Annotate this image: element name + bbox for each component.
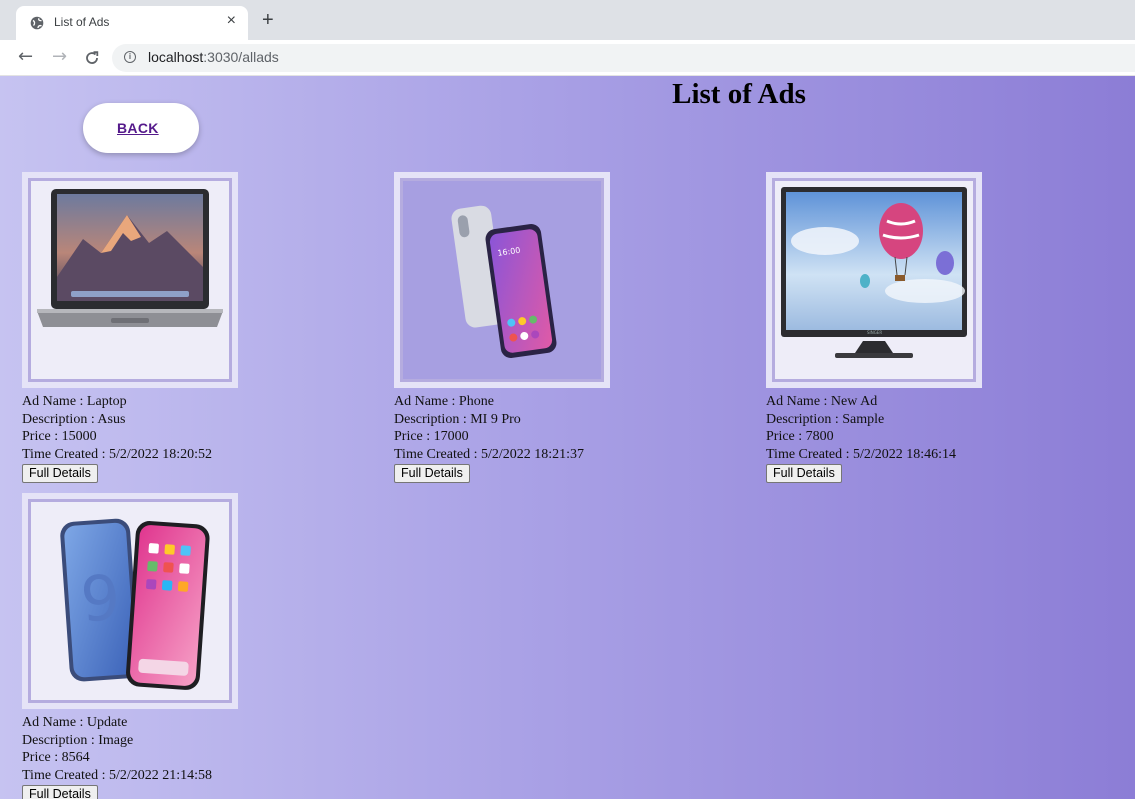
phones-image: 9 [28, 499, 232, 703]
ad-name: Ad Name : New Ad [766, 394, 878, 409]
forward-arrow-icon[interactable]: → [52, 47, 67, 67]
tab-strip: List of Ads × + [0, 0, 1135, 40]
phone-image: 16:00 [400, 178, 604, 382]
url-path: :3030/allads [203, 49, 279, 65]
svg-text:9: 9 [78, 561, 122, 637]
ad-info: Ad Name : New Ad Description : Sample Pr… [766, 393, 1096, 483]
full-details-button[interactable]: Full Details [394, 464, 470, 483]
browser-tab[interactable]: List of Ads × [16, 6, 248, 40]
ad-description: Description : Asus [22, 411, 126, 427]
ad-info: Ad Name : Laptop Description : Asus Pric… [22, 393, 352, 483]
info-icon[interactable]: i [124, 51, 136, 63]
url-host: localhost [148, 49, 204, 65]
back-button[interactable]: BACK [83, 103, 199, 153]
browser-toolbar: ← → i localhost:3030/allads [0, 40, 1135, 76]
ad-time-created: Time Created : 5/2/2022 18:21:37 [394, 446, 585, 462]
ad-description: Description : MI 9 Pro [394, 411, 521, 427]
ad-card: 9 Ad Name: Update Description: Image P… [22, 493, 352, 799]
page-viewport: List of Ads BACK Ad Name: Laptop Descri… [0, 76, 1135, 799]
ad-time-created: Time Created : 5/2/2022 18:46:14 [766, 446, 957, 462]
ad-price: Price : 17000 [394, 429, 469, 444]
full-details-button[interactable]: Full Details [766, 464, 842, 483]
ad-image-frame: 9 [22, 493, 238, 709]
tv-image: SINGER [772, 178, 976, 382]
ad-description: Description : Image [22, 732, 134, 748]
ad-card: Ad Name : Laptop Description : Asus Pric… [22, 172, 352, 483]
ad-image-frame [22, 172, 238, 388]
url-text: localhost:3030/allads [148, 49, 279, 65]
tab-title: List of Ads [54, 15, 110, 29]
phones-illustration: 9 [31, 502, 229, 700]
tv-illustration: SINGER [775, 181, 973, 379]
svg-text:SINGER: SINGER [867, 330, 882, 335]
ad-description: Description : Sample [766, 411, 885, 427]
full-details-button[interactable]: Full Details [22, 785, 98, 799]
ad-price: Price : 15000 [22, 429, 97, 444]
close-icon[interactable]: × [227, 13, 236, 29]
reload-icon[interactable] [84, 50, 100, 66]
laptop-image [28, 178, 232, 382]
address-bar[interactable]: i localhost:3030/allads [112, 44, 1135, 72]
ad-image-frame: 16:00 [394, 172, 610, 388]
phone-illustration: 16:00 [403, 181, 601, 379]
back-link[interactable]: BACK [117, 120, 159, 136]
back-arrow-icon[interactable]: ← [18, 47, 33, 67]
ad-card: SINGER Ad Name : New Ad Description : Sa… [766, 172, 1096, 483]
ad-price: Price : 7800 [766, 429, 834, 444]
ad-time-created: Time Created : 5/2/2022 18:20:52 [22, 446, 213, 462]
ad-name: Ad Name : Update [22, 715, 128, 730]
new-tab-icon[interactable]: + [262, 10, 274, 30]
globe-icon [30, 16, 44, 30]
ad-name: Ad Name : Laptop [22, 394, 127, 409]
ad-info: Ad Name : Update Description : Image Pri… [22, 714, 352, 799]
ad-price: Price : 8564 [22, 750, 90, 765]
ad-image-frame: SINGER [766, 172, 982, 388]
ad-name: Ad Name : Phone [394, 394, 494, 409]
full-details-button[interactable]: Full Details [22, 464, 98, 483]
laptop-illustration [31, 181, 229, 379]
ad-card: 16:00 Ad Name : Phone Description : MI 9… [394, 172, 724, 483]
ad-info: Ad Name : Phone Description : MI 9 Pro P… [394, 393, 724, 483]
ad-time-created: Time Created : 5/2/2022 21:14:58 [22, 767, 213, 783]
